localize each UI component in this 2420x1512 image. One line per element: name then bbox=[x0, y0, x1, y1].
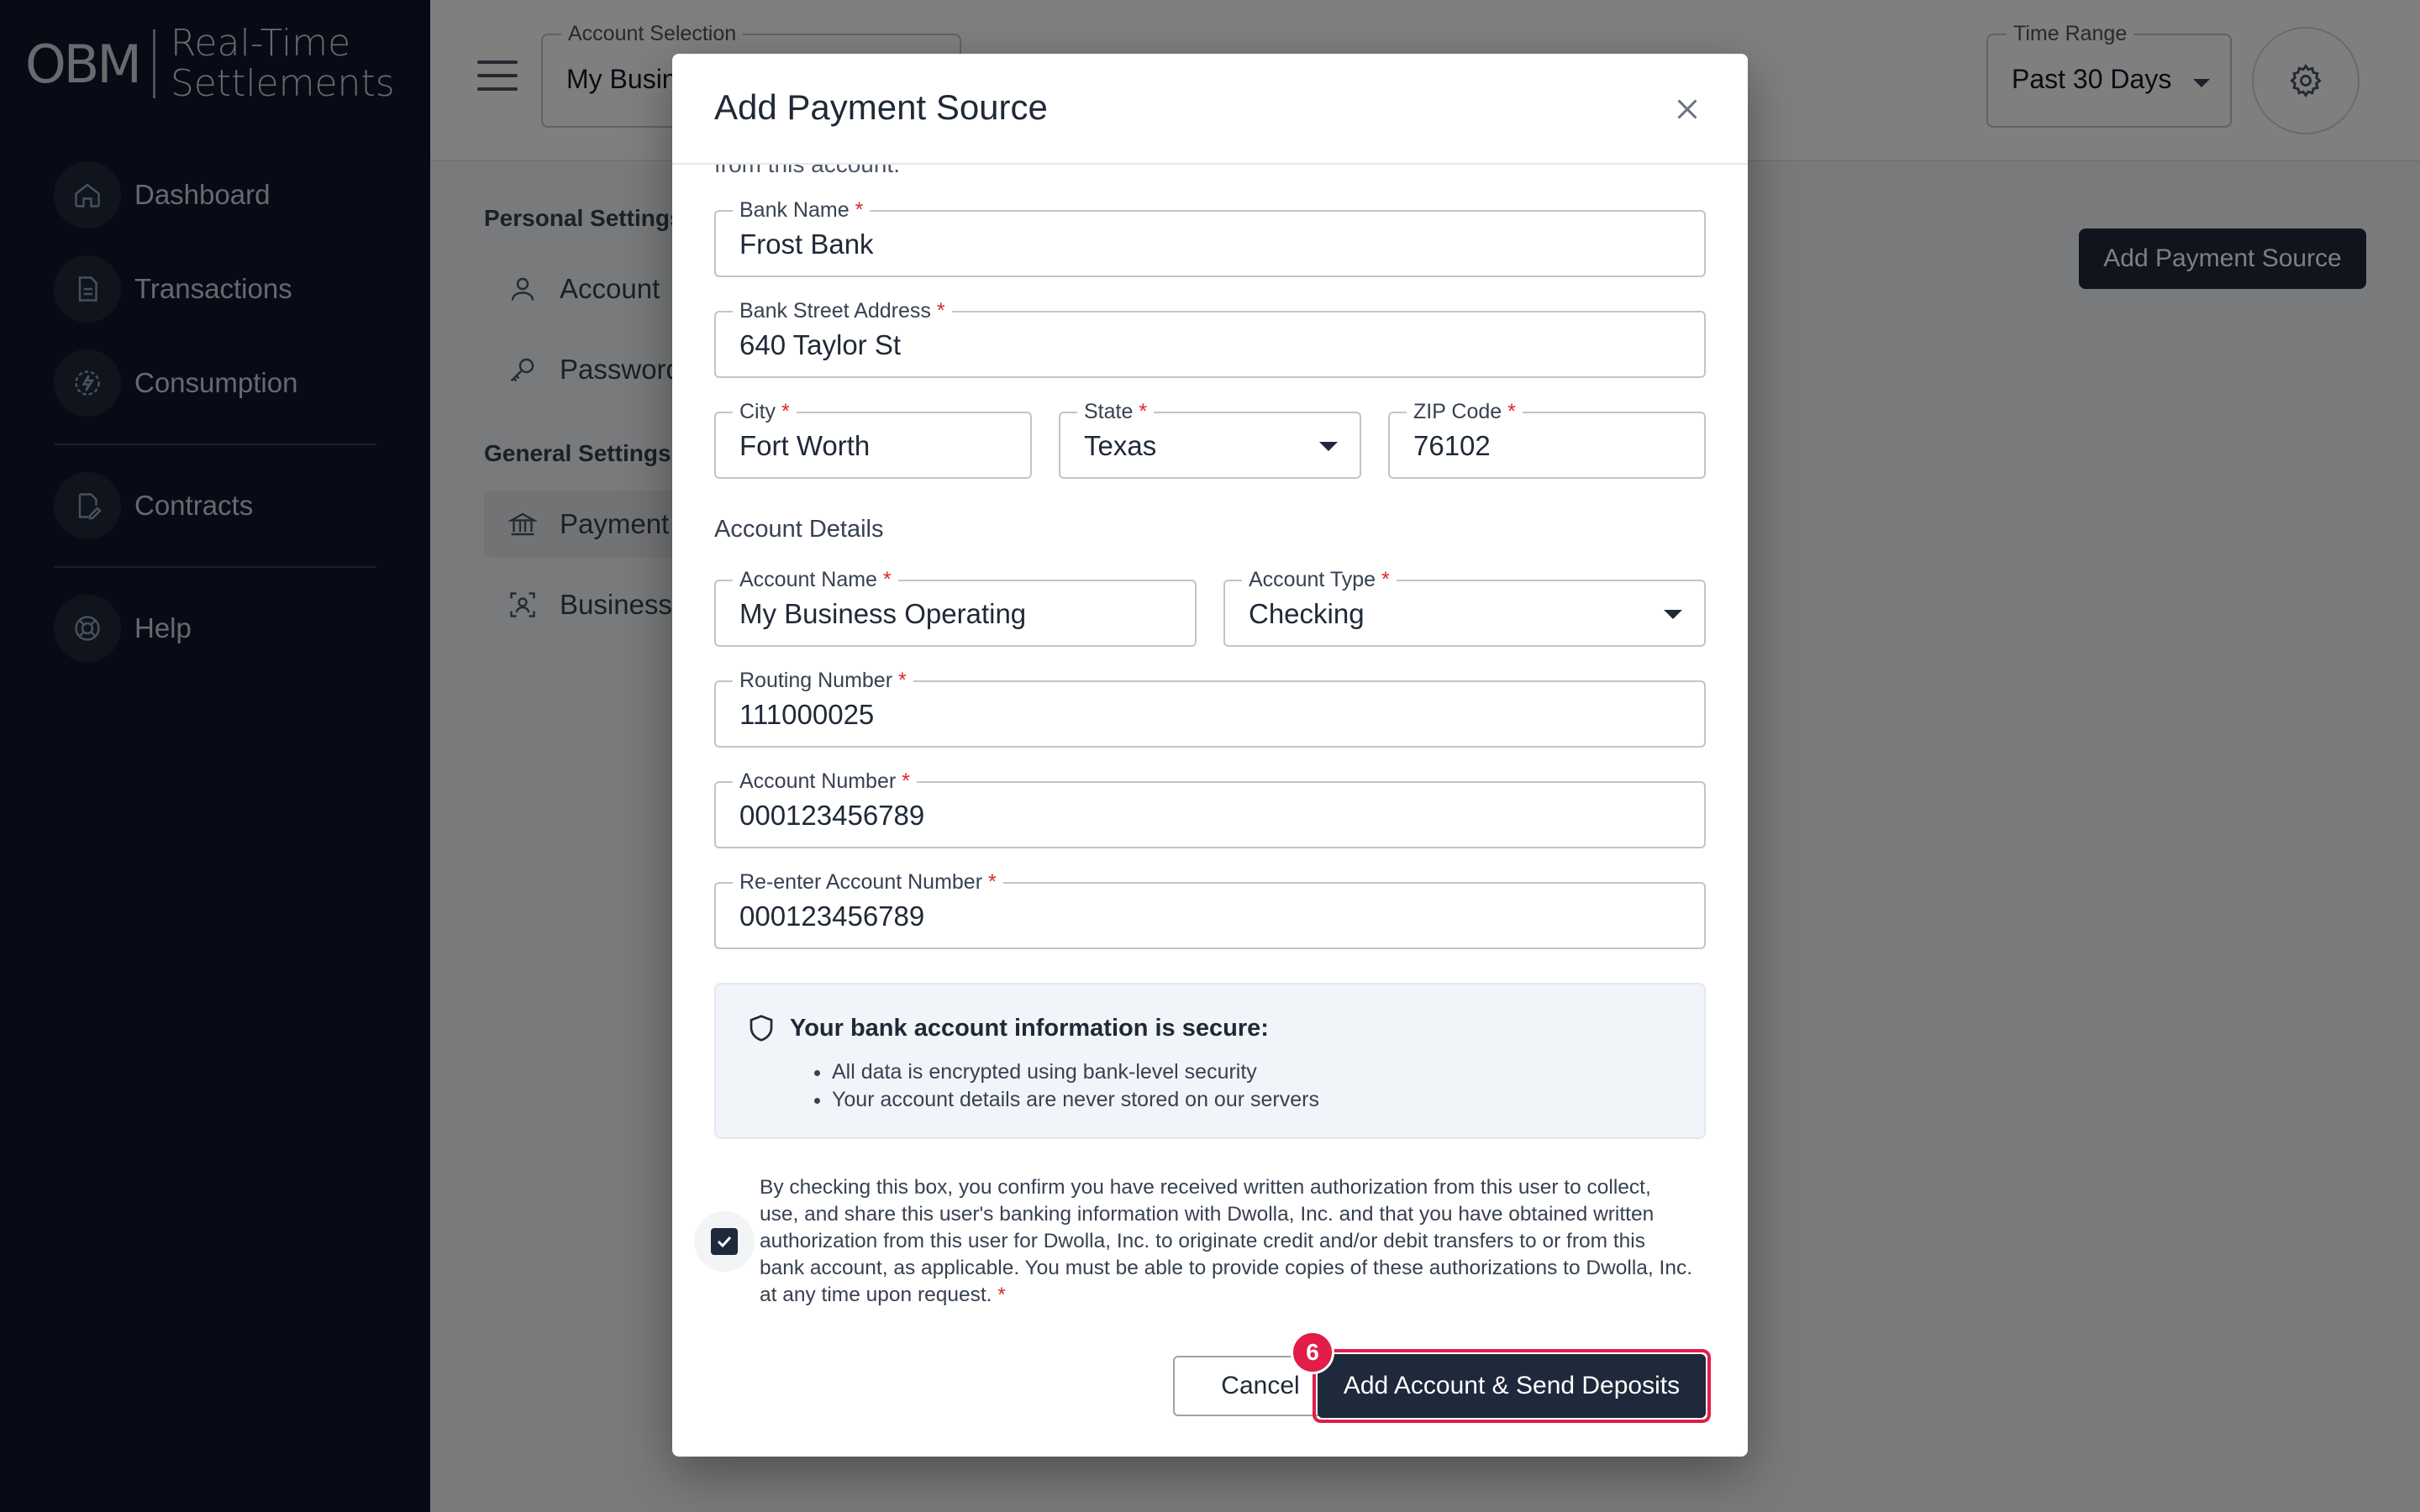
consent-checkbox[interactable] bbox=[694, 1211, 755, 1272]
field-label: Routing Number * bbox=[733, 669, 913, 693]
security-info-box: Your bank account information is secure:… bbox=[714, 983, 1706, 1139]
account-type-select[interactable]: Account Type * Checking bbox=[1223, 568, 1706, 647]
field-value: Texas bbox=[1084, 430, 1157, 461]
modal-header: Add Payment Source bbox=[672, 54, 1748, 165]
zip-code-field[interactable]: ZIP Code * 76102 bbox=[1388, 400, 1706, 479]
field-label: Re-enter Account Number * bbox=[733, 870, 1003, 895]
field-label: Account Type * bbox=[1242, 568, 1397, 592]
step-badge: 6 bbox=[1291, 1331, 1334, 1374]
field-value: Fort Worth bbox=[739, 430, 871, 461]
consent-text: By checking this box, you confirm you ha… bbox=[760, 1176, 1693, 1306]
modal-title: Add Payment Source bbox=[714, 87, 1048, 127]
field-value: 000123456789 bbox=[739, 900, 925, 932]
add-payment-source-modal: Add Payment Source from this account. Ba… bbox=[672, 54, 1748, 1457]
chevron-down-icon bbox=[1664, 610, 1682, 619]
field-value: 76102 bbox=[1413, 430, 1491, 461]
field-value: My Business Operating bbox=[739, 598, 1027, 629]
close-button[interactable] bbox=[1667, 89, 1707, 129]
list-item: Your account details are never stored on… bbox=[832, 1086, 1319, 1114]
account-details-heading: Account Details bbox=[714, 516, 884, 543]
security-info-title: Your bank account information is secure: bbox=[790, 1015, 1269, 1042]
checkbox-checked bbox=[711, 1228, 738, 1255]
security-info-list: All data is encrypted using bank-level s… bbox=[832, 1058, 1319, 1114]
account-name-field[interactable]: Account Name * My Business Operating bbox=[714, 568, 1197, 647]
shield-icon bbox=[746, 1013, 776, 1047]
field-label: ZIP Code * bbox=[1407, 400, 1523, 424]
field-label: Account Name * bbox=[733, 568, 898, 592]
field-value: Frost Bank bbox=[739, 228, 874, 260]
field-label: Bank Street Address * bbox=[733, 299, 952, 323]
routing-number-field[interactable]: Routing Number * 111000025 bbox=[714, 669, 1706, 748]
checkmark-icon bbox=[717, 1236, 732, 1248]
field-value: 111000025 bbox=[739, 699, 875, 730]
field-value: Checking bbox=[1249, 598, 1365, 629]
list-item: All data is encrypted using bank-level s… bbox=[832, 1058, 1319, 1086]
field-label: Bank Name * bbox=[733, 198, 871, 223]
bank-name-field[interactable]: Bank Name * Frost Bank bbox=[714, 198, 1706, 277]
chevron-down-icon bbox=[1319, 442, 1338, 451]
close-icon bbox=[1677, 99, 1697, 119]
field-label: Account Number * bbox=[733, 769, 917, 794]
account-number-field[interactable]: Account Number * 000123456789 bbox=[714, 769, 1706, 848]
bank-street-address-field[interactable]: Bank Street Address * 640 Taylor St bbox=[714, 299, 1706, 378]
field-value: 640 Taylor St bbox=[739, 329, 902, 360]
reenter-account-number-field[interactable]: Re-enter Account Number * 000123456789 bbox=[714, 870, 1706, 949]
field-label: City * bbox=[733, 400, 797, 424]
state-select[interactable]: State * Texas bbox=[1059, 400, 1361, 479]
field-value: 000123456789 bbox=[739, 800, 925, 831]
field-label: State * bbox=[1077, 400, 1155, 424]
city-field[interactable]: City * Fort Worth bbox=[714, 400, 1032, 479]
add-account-send-deposits-button[interactable]: Add Account & Send Deposits bbox=[1318, 1354, 1706, 1418]
